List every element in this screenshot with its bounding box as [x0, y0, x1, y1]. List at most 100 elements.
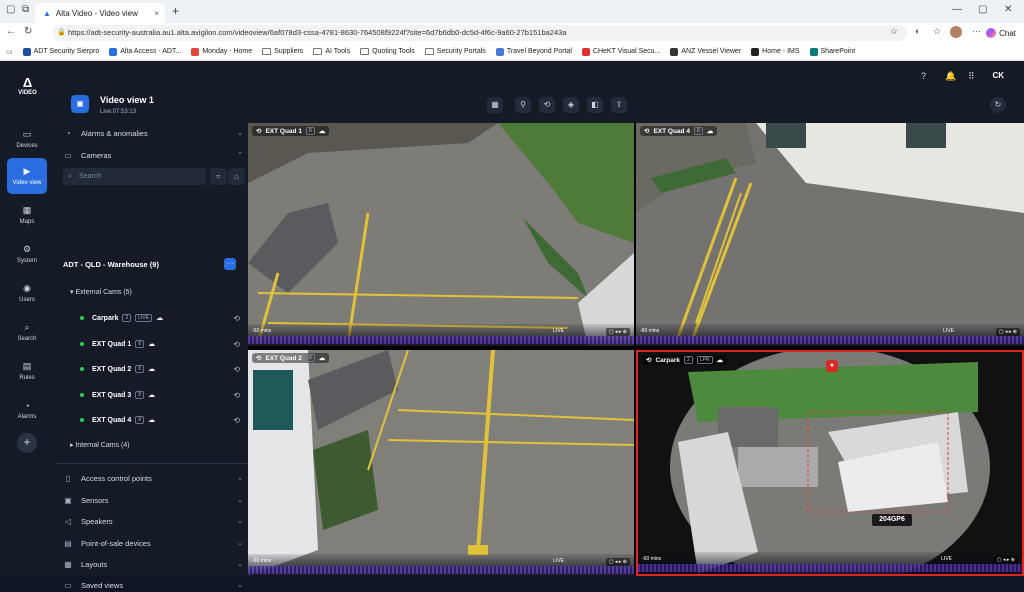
extensions-icon[interactable]: ◐: [915, 26, 920, 36]
help-icon[interactable]: ?: [921, 71, 926, 81]
favorites-icon[interactable]: ☆: [933, 26, 941, 37]
notifications-icon[interactable]: 🔔: [945, 71, 956, 82]
cycle-icon[interactable]: ⟲: [233, 365, 240, 374]
section-pos-devices[interactable]: ▤ Point-of-sale devices ⌄: [63, 536, 243, 550]
camera-item-carpark[interactable]: Carpark 2 LIVE ☁ ⟲: [80, 312, 240, 324]
rail-item-users[interactable]: ◉ Users: [7, 275, 47, 311]
section-layouts[interactable]: ▦ Layouts ⌄: [63, 557, 243, 571]
nav-rail: Δ VIDEO ▭ Devices ▶ Video view ▦ Maps ⚙ Syst…: [0, 61, 55, 576]
chevron-down-icon: ⌄: [237, 561, 243, 568]
favorite-star-icon[interactable]: ☆: [890, 26, 898, 37]
camera-tile-ext-quad-4[interactable]: ⟲ EXT Quad 4 8 ☁ -60 mins LIVE ▢ ◂ ▸ ⊕: [636, 123, 1024, 346]
tile-timeline[interactable]: -60 mins LIVE ▢ ◂ ▸ ⊕: [248, 554, 634, 576]
tile-controls[interactable]: ▢ ◂ ▸ ⊕: [605, 558, 630, 566]
browser-tab[interactable]: ▲ Alta Video - Video view ×: [35, 3, 165, 23]
group-external-cams[interactable]: ▾ External Cams (5): [70, 288, 132, 296]
cycle-icon[interactable]: ⟲: [646, 356, 651, 364]
rail-item-rules[interactable]: ▤ Rules: [7, 353, 47, 389]
alarms-section[interactable]: ◔ Alarms & anomalies ⌄: [63, 126, 243, 140]
share-icon[interactable]: ⇧: [611, 97, 627, 113]
snapshot-icon[interactable]: ◧: [587, 97, 603, 113]
address-bar[interactable]: 🔒 https://adt-security-australia.au1.alt…: [52, 25, 907, 41]
cycle-icon[interactable]: ⟲: [256, 354, 261, 362]
new-tab-button[interactable]: +: [172, 4, 179, 18]
bookmark-item[interactable]: Alta Access - ADT...: [109, 47, 181, 56]
cycle-icon[interactable]: ⟲: [233, 314, 240, 323]
tile-timeline[interactable]: -60 mins LIVE ▢ ◂ ▸ ⊕: [248, 324, 634, 346]
tile-controls[interactable]: ▢ ◂ ▸ ⊕: [993, 556, 1018, 564]
tab-close-icon[interactable]: ×: [154, 9, 159, 18]
maximize-icon[interactable]: ▢: [978, 4, 987, 15]
rail-item-system[interactable]: ⚙ System: [7, 236, 47, 272]
refresh-icon[interactable]: ↻: [24, 26, 32, 37]
camera-tile-ext-quad-1[interactable]: ⟲ EXT Quad 1 8 ☁ -60 mins LIVE ▢ ◂ ▸ ⊕: [248, 123, 634, 346]
refresh-view-icon[interactable]: ↻: [990, 97, 1006, 113]
site-options-button[interactable]: ···: [224, 258, 236, 270]
close-window-icon[interactable]: ✕: [1004, 4, 1012, 15]
live-badge: LIVE: [135, 314, 153, 322]
quality-badge: 2: [122, 314, 132, 322]
profile-avatar[interactable]: [950, 26, 962, 40]
bookmark-item[interactable]: ADT Security Sierpro: [22, 47, 99, 56]
search-icon: ⌕: [68, 173, 72, 180]
section-sensors[interactable]: ▣ Sensors ⌄: [63, 493, 243, 507]
bookmark-item[interactable]: Travel Beyond Portal: [495, 47, 572, 56]
camera-item-ext-quad-1[interactable]: EXT Quad 1 8 ☁ ⟲: [80, 338, 240, 350]
cameras-panel: ◔ Alarms & anomalies ⌄ ▭ Cameras ⌃ ⌕ Search ≈…: [55, 123, 248, 590]
tile-timeline[interactable]: -60 mins LIVE ▢ ◂ ▸ ⊕: [638, 552, 1022, 574]
add-button[interactable]: +: [17, 433, 37, 453]
section-access-control[interactable]: ▯ Access control points ⌄: [63, 471, 243, 485]
more-menu-icon[interactable]: ···: [972, 26, 981, 36]
section-saved-views[interactable]: ▭ Saved views ⌄: [63, 578, 243, 592]
bookmarks-menu-icon[interactable]: ▭: [6, 48, 13, 56]
cameras-section[interactable]: ▭ Cameras ⌃: [63, 148, 243, 162]
section-speakers[interactable]: ◁ Speakers ⌄: [63, 514, 243, 528]
cycle-icon[interactable]: ⟲: [233, 391, 240, 400]
rail-item-alarms[interactable]: ◔ Alarms: [7, 392, 47, 428]
copilot-chat-button[interactable]: Chat: [982, 25, 1020, 41]
layout-icon[interactable]: ▦: [487, 97, 503, 113]
bookmark-folder[interactable]: AI Tools: [313, 48, 350, 55]
rail-item-search[interactable]: ⌕ Search: [7, 314, 47, 350]
cycle-icon[interactable]: ⟲: [233, 416, 240, 425]
search-input[interactable]: ⌕ Search: [63, 168, 206, 185]
cycle-icon[interactable]: ⟲: [233, 340, 240, 349]
bookmark-item[interactable]: CHeKT Visual Secu...: [581, 47, 660, 56]
bookmark-folder[interactable]: Quoting Tools: [360, 48, 415, 55]
tag-icon[interactable]: ⌂: [228, 168, 245, 185]
camera-item-ext-quad-2[interactable]: EXT Quad 2 8 ☁ ⟲: [80, 363, 240, 375]
camera-tile-carpark[interactable]: ● 204GP6 ⟲ Carpark 2 LPR ☁ -60 mins LIVE ▢ ◂ ▸…: [636, 350, 1024, 576]
apps-grid-icon[interactable]: ⠿: [968, 71, 975, 82]
camera-item-ext-quad-3[interactable]: EXT Quad 3 8 ☁ ⟲: [80, 389, 240, 401]
recording-icon[interactable]: ●: [826, 360, 838, 372]
user-initials[interactable]: CK: [992, 71, 1004, 80]
vertical-tabs-icon[interactable]: ⧉: [22, 4, 29, 15]
cycle-icon[interactable]: ⟲: [256, 127, 261, 135]
bookmark-item[interactable]: SharePoint: [809, 47, 855, 56]
alarm-icon: ◔: [24, 400, 30, 411]
camera-tile-ext-quad-2[interactable]: ⟲ EXT Quad 2 8 ☁ -60 mins LIVE ▢ ◂ ▸ ⊕: [248, 350, 634, 576]
cycle-icon[interactable]: ⟲: [644, 127, 649, 135]
site-name[interactable]: ADT - QLD - Warehouse (9): [63, 260, 243, 269]
bookmark-folder[interactable]: Security Portals: [424, 48, 486, 55]
cycle-icon[interactable]: ⟲: [539, 97, 555, 113]
tile-header: ⟲ EXT Quad 4 8 ☁: [640, 126, 718, 136]
bookmark-item[interactable]: Home - IMS: [751, 47, 800, 56]
bookmark-folder[interactable]: Suppliers: [262, 48, 303, 55]
tile-controls[interactable]: ▢ ◂ ▸ ⊕: [995, 328, 1020, 336]
back-icon[interactable]: ←: [6, 26, 16, 37]
stack-icon[interactable]: ◈: [563, 97, 579, 113]
rail-item-devices[interactable]: ▭ Devices: [7, 121, 47, 157]
bookmark-item[interactable]: Monday - Home: [191, 47, 252, 56]
tile-controls[interactable]: ▢ ◂ ▸ ⊕: [605, 328, 630, 336]
tile-timeline[interactable]: -60 mins LIVE ▢ ◂ ▸ ⊕: [636, 324, 1024, 346]
tab-actions-icon[interactable]: ▢: [6, 4, 15, 15]
group-internal-cams[interactable]: ▸ Internal Cams (4): [70, 441, 130, 449]
bookmark-item[interactable]: ANZ Vessel Viewer: [670, 47, 741, 56]
rail-item-video-view[interactable]: ▶ Video view: [7, 158, 47, 194]
rail-item-maps[interactable]: ▦ Maps: [7, 197, 47, 233]
sequence-icon[interactable]: ⚲: [515, 97, 531, 113]
minimize-icon[interactable]: —: [952, 4, 962, 15]
camera-item-ext-quad-4[interactable]: EXT Quad 4 8 ☁ ⟲: [80, 414, 240, 426]
filter-icon[interactable]: ≈: [210, 168, 227, 185]
